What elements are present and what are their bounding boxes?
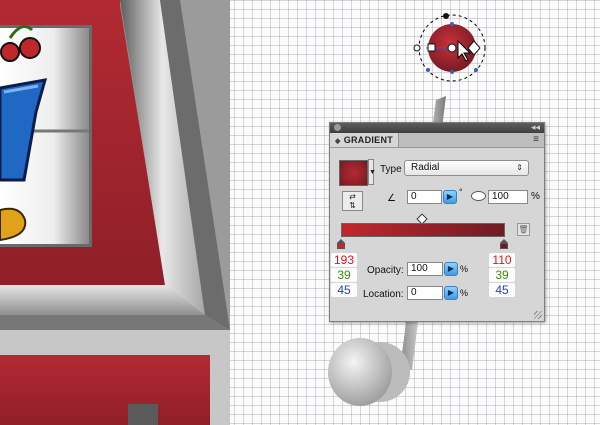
panel-titlebar[interactable]: ◂◂ [330,121,544,133]
aspect-ratio-input[interactable]: 100 [488,190,528,204]
right-stop-green-value: 39 [489,268,515,282]
gradient-handle-left[interactable] [413,44,421,52]
gradient-slider-bar[interactable] [341,223,505,237]
location-label: Location: [363,289,404,300]
anchor-point[interactable] [426,68,430,72]
gradient-fill-swatch[interactable] [339,160,368,186]
opacity-dropdown-button[interactable]: ▶ [444,262,458,276]
gradient-stop-handle-start[interactable] [427,43,436,52]
opacity-label: Opacity: [367,265,404,276]
gradient-origin-handle[interactable] [447,43,457,53]
panel-tab-row: ◆ GRADIENT ≡ [330,133,544,148]
right-stop-red-value: 110 [489,253,515,267]
coin-slot [128,404,158,425]
slot-ledge-shadow [0,315,230,330]
location-input[interactable]: 0 [407,286,443,300]
anchor-point[interactable] [474,68,478,72]
type-label: Type [380,164,402,175]
lever-base [328,338,392,406]
angle-input[interactable]: 0 [407,190,442,204]
tab-gradient-label: GRADIENT [343,135,394,145]
gradient-stop-right[interactable] [500,239,508,249]
left-stop-green-value: 39 [331,268,357,282]
reverse-gradient-button[interactable]: ⇄ ⇅ [342,191,363,211]
opacity-unit: % [460,264,469,274]
anchor-point[interactable] [450,70,454,74]
tab-gradient[interactable]: ◆ GRADIENT [330,133,400,147]
slot-lower-panel [0,355,210,425]
anchor-point[interactable] [450,22,454,26]
gradient-handle-top[interactable] [443,13,449,19]
tab-arrow-icon: ◆ [335,138,341,145]
close-icon[interactable] [334,124,341,131]
location-unit: % [460,288,469,298]
resize-grip-icon[interactable] [534,311,542,319]
aspect-ratio-icon [471,191,486,201]
left-stop-blue-value: 45 [331,283,357,297]
angle-unit: ° [459,187,463,197]
panel-menu-icon[interactable]: ≡ [533,133,539,147]
aspect-ratio-unit: % [531,191,540,202]
location-dropdown-button[interactable]: ▶ [444,286,458,300]
angle-icon: ∠ [387,193,396,204]
opacity-input[interactable]: 100 [407,262,443,276]
swatch-dropdown-icon[interactable]: ▼ [368,159,376,185]
left-stop-red-value: 193 [331,253,357,267]
delete-stop-icon[interactable]: 🗑 [517,223,530,236]
angle-dropdown-button[interactable]: ▶ [443,190,457,204]
type-select-value: Radial [411,162,440,173]
right-stop-blue-value: 45 [489,283,515,297]
chevron-updown-icon: ⇕ [516,163,523,172]
gradient-stop-left[interactable] [337,239,345,249]
collapse-panel-icon[interactable]: ◂◂ [531,121,540,133]
gradient-panel: ◂◂ ◆ GRADIENT ≡ ▼ Type Radial ⇕ ⇄ ⇅ ∠ 0 ▶ … [329,122,545,322]
type-select[interactable]: Radial ⇕ [404,160,529,176]
